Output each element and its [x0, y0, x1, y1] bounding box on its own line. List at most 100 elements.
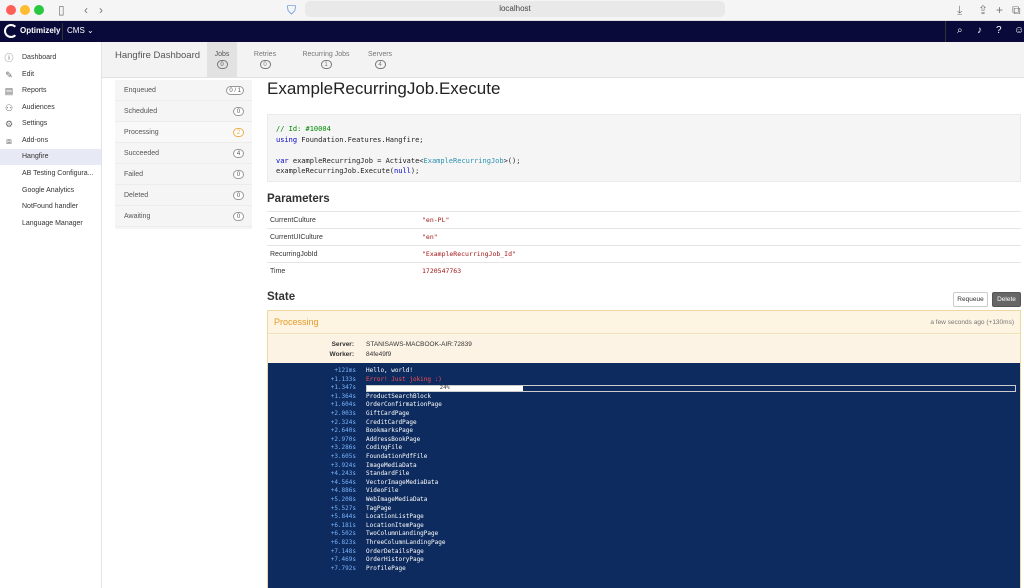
back-icon[interactable]: ‹	[84, 3, 88, 17]
tab-servers[interactable]: Servers 4	[367, 42, 393, 78]
address-bar[interactable]: localhost	[305, 1, 725, 17]
console-line: +6.502s TwoColumnLandingPage	[268, 530, 1020, 539]
user-icon[interactable]: ☺	[1014, 25, 1024, 37]
puzzle-icon: ⧈	[6, 136, 12, 146]
console-timestamp: +6.823s	[330, 539, 356, 546]
download-icon[interactable]: ⤓	[957, 3, 962, 17]
jobs-menu-enqueued[interactable]: Enqueued 0 / 1	[115, 80, 252, 101]
console-timestamp: +6.502s	[330, 530, 356, 538]
sidebar-item-dashboard[interactable]: ⓘ Dashboard	[0, 50, 101, 66]
jobs-menu-failed[interactable]: Failed 0	[115, 164, 252, 185]
sidebar-item-audiences[interactable]: ⚇ Audiences	[0, 100, 101, 116]
console-text: ImageMediaData	[366, 461, 417, 469]
maximize-window-button[interactable]	[34, 5, 44, 15]
browser-toolbar: ▯ ‹ › ⛉ localhost ⤓ ⇪ + ⧉	[0, 0, 1024, 21]
sidebar-item-edit[interactable]: ✎ Edit	[0, 67, 101, 83]
code-type: ExampleRecurringJob	[423, 156, 504, 165]
tabs-overview-icon[interactable]: ⧉	[1012, 3, 1021, 17]
console-line: +1.347s 24%	[268, 384, 1020, 393]
console-timestamp: +3.605s	[330, 453, 356, 460]
chart-icon: ▤	[4, 86, 14, 96]
sidebar-item-notfound-handler[interactable]: NotFound handler	[0, 199, 101, 215]
console-timestamp: +7.469s	[330, 556, 356, 564]
sidebar-item-language-manager[interactable]: Language Manager	[0, 216, 101, 232]
console-text: OrderDetailsPage	[366, 547, 424, 555]
count-badge: 0	[233, 107, 244, 116]
console-text: ProfilePage	[366, 564, 406, 572]
parameter-key: RecurringJobId	[270, 251, 318, 258]
console-line: +2.324s CreditCardPage	[268, 419, 1020, 428]
sidebar-item-ab-testing[interactable]: AB Testing Configura...	[0, 166, 101, 182]
new-tab-icon[interactable]: +	[996, 3, 1003, 17]
console-timestamp: +7.148s	[330, 547, 356, 555]
tab-count-badge: 1	[320, 60, 332, 69]
sidebar-item-hangfire[interactable]: Hangfire	[0, 149, 101, 165]
sidebar-toggle-icon[interactable]: ▯	[58, 3, 65, 17]
sidebar-item-reports[interactable]: ▤ Reports	[0, 83, 101, 99]
console-text: VideoFile	[366, 487, 399, 495]
jobs-menu-succeeded[interactable]: Succeeded 4	[115, 143, 252, 164]
console-line: +4.886s VideoFile	[268, 487, 1020, 496]
console-line: +3.924s ImageMediaData	[268, 462, 1020, 471]
info-icon: ⓘ	[4, 53, 14, 63]
sidebar-item-google-analytics[interactable]: Google Analytics	[0, 183, 101, 199]
jobs-menu-scheduled[interactable]: Scheduled 0	[115, 101, 252, 122]
code-text: );	[410, 167, 420, 175]
console-timestamp: +2.003s	[330, 410, 356, 417]
tab-jobs[interactable]: Jobs 0	[207, 42, 237, 78]
code-comment: // Id: #10004	[276, 125, 331, 133]
jobs-menu-deleted[interactable]: Deleted 0	[115, 185, 252, 206]
parameter-value: 1720547763	[422, 267, 462, 275]
jobs-menu-processing[interactable]: Processing 2	[115, 122, 252, 143]
worker-value: 84fe49f9	[366, 351, 392, 358]
bell-icon[interactable]: ♪	[977, 25, 982, 37]
console-text: ThreeColumnLandingPage	[366, 539, 446, 546]
hangfire-brand[interactable]: Hangfire Dashboard	[115, 50, 200, 61]
close-window-button[interactable]	[6, 5, 16, 15]
share-icon[interactable]: ⇪	[978, 3, 988, 17]
product-switcher[interactable]: CMS ⌄	[67, 26, 94, 35]
console-timestamp: +5.208s	[330, 496, 356, 503]
requeue-button[interactable]: Requeue	[953, 292, 988, 307]
tab-recurring-jobs[interactable]: Recurring Jobs 1	[296, 42, 356, 78]
console-timestamp: +2.970s	[330, 435, 356, 443]
console-line: +5.844s LocationListPage	[268, 513, 1020, 522]
sidebar-item-addons[interactable]: ⧈ Add-ons	[0, 133, 101, 149]
parameter-key: Time	[270, 268, 286, 275]
console-line: +2.640s BookmarksPage	[268, 427, 1020, 436]
forward-icon[interactable]: ›	[99, 3, 103, 17]
console-timestamp: +3.286s	[330, 444, 356, 452]
console-text: GiftCardPage	[366, 410, 410, 417]
delete-button[interactable]: Delete	[992, 292, 1021, 307]
minimize-window-button[interactable]	[20, 5, 30, 15]
jobs-menu-awaiting[interactable]: Awaiting 0	[115, 206, 252, 227]
console-timestamp: +5.844s	[330, 513, 356, 521]
console-line: +3.286s CodingFile	[268, 444, 1020, 453]
progress-bar: 24%	[366, 385, 1016, 393]
sidebar-item-settings[interactable]: ⚙ Settings	[0, 116, 101, 132]
console-text: CodingFile	[366, 444, 403, 452]
console-error-text: Error! Just joking :)	[366, 375, 442, 383]
state-meta: Server: STANISAWS-MACBOOK-AIR:72839 Work…	[268, 335, 1020, 363]
console-text: TwoColumnLandingPage	[366, 530, 439, 538]
console-line: +7.148s OrderDetailsPage	[268, 548, 1020, 557]
search-icon[interactable]: ⌕	[957, 25, 963, 37]
state-card: Processing a few seconds ago (+130ms) Se…	[267, 310, 1021, 588]
tab-retries[interactable]: Retries 0	[247, 42, 283, 78]
divider	[62, 23, 63, 40]
gear-icon: ⚙	[4, 119, 14, 129]
console-timestamp: +2.640s	[330, 427, 356, 435]
parameter-row: Time 1720547763	[267, 262, 1021, 279]
console-text: FoundationPdfFile	[366, 453, 428, 460]
console-text: Hello, world!	[366, 367, 413, 374]
console-line: +2.003s GiftCardPage	[268, 410, 1020, 419]
shield-icon: ⛉	[287, 3, 297, 17]
parameters-heading: Parameters	[267, 193, 330, 205]
console-text: VectorImageMediaData	[366, 478, 439, 486]
server-label: Server:	[331, 341, 354, 348]
console-text: TagPage	[366, 504, 392, 512]
parameter-row: CurrentUICulture "en"	[267, 228, 1021, 245]
console-line: +4.243s StandardFile	[268, 470, 1020, 479]
help-icon[interactable]: ?	[996, 25, 1002, 37]
edit-icon: ✎	[5, 70, 13, 80]
